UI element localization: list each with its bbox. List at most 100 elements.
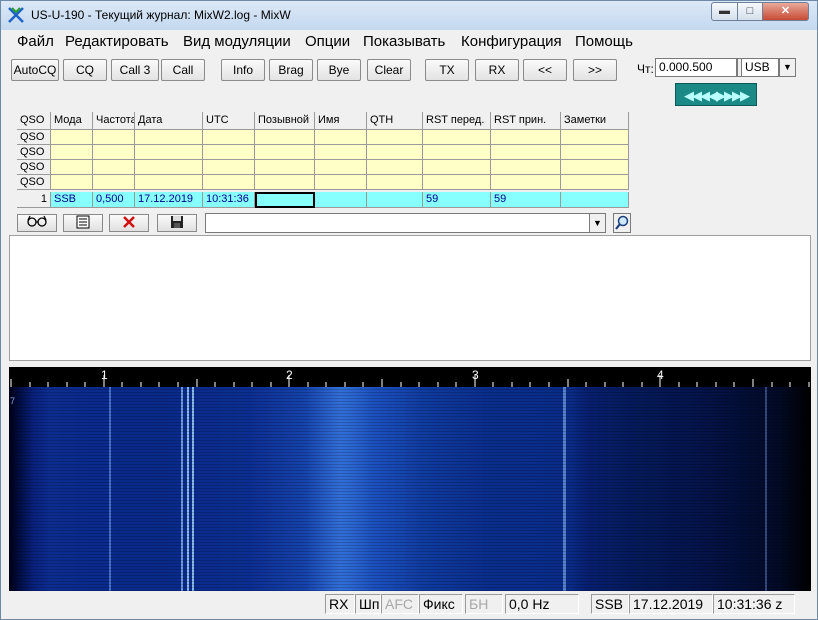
prev-row-cell[interactable] (51, 130, 93, 145)
prev-row-cell[interactable] (135, 175, 203, 190)
prev-row-cell[interactable] (367, 175, 423, 190)
waterfall-spectrum[interactable]: 7 (9, 387, 811, 591)
menu-view[interactable]: Показывать (363, 33, 445, 50)
prev-row-cell[interactable] (255, 175, 315, 190)
current-notes-cell[interactable] (561, 192, 629, 208)
prev-row-cell[interactable] (491, 175, 561, 190)
call-button[interactable]: Call (161, 59, 205, 81)
minimize-button[interactable]: ▬ (711, 2, 738, 21)
prev-row-cell[interactable] (491, 130, 561, 145)
prev-row-cell[interactable] (135, 160, 203, 175)
status-squelch[interactable]: Шп (355, 594, 381, 614)
prev-row-cell[interactable] (255, 130, 315, 145)
current-date-cell[interactable]: 17.12.2019 (135, 192, 203, 208)
prev-row-cell[interactable] (203, 175, 255, 190)
prev-row-cell[interactable] (255, 145, 315, 160)
prev-row-cell[interactable] (255, 160, 315, 175)
call3-button[interactable]: Call 3 (111, 59, 159, 81)
freq-input[interactable]: 0.000.500 (655, 58, 737, 77)
prev-row-cell[interactable] (93, 130, 135, 145)
menu-file[interactable]: Файл (17, 33, 54, 50)
prev-row-cell[interactable] (315, 130, 367, 145)
tx-button[interactable]: TX (425, 59, 469, 81)
current-rst-rcvd-cell[interactable]: 59 (491, 192, 561, 208)
menu-mode[interactable]: Вид модуляции (183, 33, 291, 50)
prev-row-cell[interactable] (93, 145, 135, 160)
receive-text-area[interactable] (9, 235, 811, 361)
prev-row-cell[interactable] (491, 145, 561, 160)
status-date: 17.12.2019 (629, 594, 713, 614)
prev-row-cell[interactable] (315, 160, 367, 175)
current-utc-cell[interactable]: 10:31:36 (203, 192, 255, 208)
log-filter-combo[interactable] (205, 213, 605, 233)
prev-row-cell[interactable] (367, 145, 423, 160)
close-button[interactable]: ✕ (762, 2, 809, 21)
prev-row-cell[interactable] (51, 145, 93, 160)
prev-row-cell[interactable] (203, 145, 255, 160)
prev-row-cell[interactable] (135, 145, 203, 160)
prev-row-cell[interactable] (135, 130, 203, 145)
bye-button[interactable]: Bye (317, 59, 361, 81)
combo-dropdown-arrow-icon[interactable]: ▼ (589, 213, 606, 233)
menu-edit[interactable]: Редактировать (65, 33, 169, 50)
ruler-label-2: 2 (286, 368, 293, 382)
autocq-button[interactable]: AutoCQ (11, 59, 59, 81)
prev-row-cell[interactable] (561, 145, 629, 160)
prev-row-cell[interactable] (93, 160, 135, 175)
current-name-cell[interactable] (315, 192, 367, 208)
prev-row-cell[interactable] (315, 175, 367, 190)
prev-row-cell[interactable] (367, 160, 423, 175)
status-afc[interactable]: AFC (381, 594, 419, 614)
prev-row-cell[interactable] (561, 175, 629, 190)
col-header-rst-sent: RST перед. (423, 112, 491, 130)
prev-row-cell[interactable] (491, 160, 561, 175)
next-button[interactable]: >> (573, 59, 617, 81)
current-freq-cell[interactable]: 0,500 (93, 192, 135, 208)
status-rx[interactable]: RX (325, 594, 355, 614)
current-mode-cell[interactable]: SSB (51, 192, 93, 208)
status-nb[interactable]: БН (465, 594, 503, 614)
prev-row-cell[interactable] (315, 145, 367, 160)
prev-row-cell[interactable] (93, 175, 135, 190)
prev-row-cell[interactable] (51, 175, 93, 190)
prev-row-cell[interactable] (561, 130, 629, 145)
maximize-button[interactable]: □ (737, 2, 763, 21)
current-call-input[interactable] (255, 192, 315, 208)
search-glasses-button[interactable] (17, 214, 57, 232)
prev-row-cell[interactable] (423, 145, 491, 160)
delete-button[interactable] (109, 214, 149, 232)
mode-select[interactable]: USB (741, 58, 779, 77)
rx-button[interactable]: RX (475, 59, 519, 81)
prev-row-cell[interactable] (367, 130, 423, 145)
current-qth-cell[interactable] (367, 192, 423, 208)
mode-dropdown-arrow-icon[interactable]: ▼ (779, 58, 796, 77)
cq-button[interactable]: CQ (63, 59, 107, 81)
brag-button[interactable]: Brag (269, 59, 313, 81)
status-fix[interactable]: Фикс (419, 594, 463, 614)
ruler-label-3: 3 (472, 368, 479, 382)
waterfall-display[interactable]: 1 2 3 4 7 (9, 367, 811, 591)
col-header-qso: QSO (17, 112, 51, 130)
prev-row-cell[interactable] (203, 130, 255, 145)
prev-row-cell[interactable] (203, 160, 255, 175)
prev-row-cell[interactable] (51, 160, 93, 175)
find-button[interactable] (613, 213, 631, 233)
prev-row-cell[interactable] (561, 160, 629, 175)
clear-button[interactable]: Clear (367, 59, 411, 81)
info-button[interactable]: Info (221, 59, 265, 81)
prev-button[interactable]: << (523, 59, 567, 81)
close-icon: ✕ (780, 5, 791, 17)
prev-row-label: QSO (17, 160, 51, 175)
menu-config[interactable]: Конфигурация (461, 33, 562, 50)
tune-arrows-bar[interactable]: ◀◀◀◀▶▶▶▶ (675, 83, 757, 106)
save-button[interactable] (157, 214, 197, 232)
open-log-button[interactable] (63, 214, 103, 232)
prev-row-cell[interactable] (423, 130, 491, 145)
menu-options[interactable]: Опции (305, 33, 350, 50)
prev-row-cell[interactable] (423, 160, 491, 175)
current-rst-sent-cell[interactable]: 59 (423, 192, 491, 208)
prev-row-label: QSO (17, 175, 51, 190)
status-mode[interactable]: SSB (591, 594, 629, 614)
prev-row-cell[interactable] (423, 175, 491, 190)
menu-help[interactable]: Помощь (575, 33, 633, 50)
